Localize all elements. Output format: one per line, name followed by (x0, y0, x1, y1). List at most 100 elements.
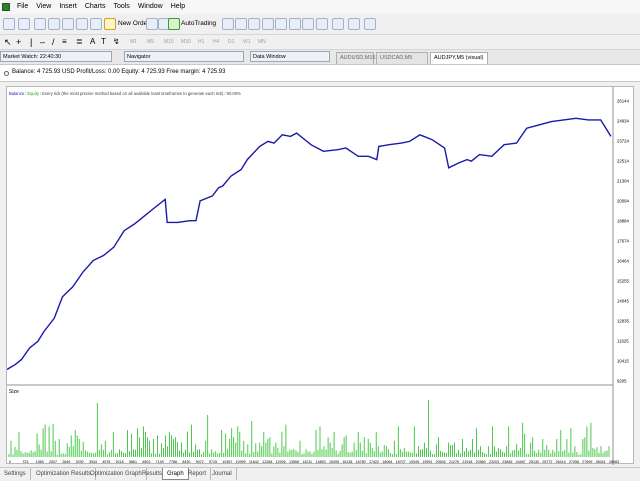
x-tick-label: 26414 (556, 460, 566, 464)
line-chart-icon[interactable] (248, 18, 260, 30)
x-tick-label: 23845 (502, 460, 512, 464)
market-watch-panel-tab[interactable]: Market Watch: 22:40:30 (0, 51, 112, 62)
channel-icon[interactable]: ≡ (62, 36, 67, 48)
cursor-icon[interactable]: ↖ (4, 36, 12, 48)
profiles-icon[interactable] (18, 18, 30, 30)
autotrading-icon[interactable] (168, 18, 180, 30)
menu-view[interactable]: View (32, 0, 55, 14)
vertical-line-icon[interactable]: | (30, 36, 32, 48)
x-tick-label: 21276 (449, 460, 459, 464)
autotrading-button[interactable]: AutoTrading (181, 18, 216, 30)
x-tick-label: 2007 (49, 460, 57, 464)
menu-window[interactable]: Window (134, 0, 167, 14)
zoom-in-icon[interactable] (262, 18, 274, 30)
y-tick-label: 9205 (617, 379, 627, 384)
y-tick-label: 20094 (617, 199, 630, 204)
menu-insert[interactable]: Insert (55, 0, 81, 14)
timeframe-m30[interactable]: M30 (181, 37, 191, 47)
y-tick-label: 22514 (617, 159, 630, 164)
x-tick-label: 4576 (102, 460, 110, 464)
legend-note: Every tick (the most precise method base… (42, 91, 224, 96)
x-tick-label: 6503 (142, 460, 150, 464)
x-tick-label: 11642 (249, 460, 259, 464)
x-tick-label: 8430 (182, 460, 190, 464)
menu-bar: File View Insert Charts Tools Window Hel… (0, 0, 640, 14)
indicators-icon[interactable] (332, 18, 344, 30)
menu-tools[interactable]: Tools (109, 0, 133, 14)
metaeditor-icon[interactable] (146, 18, 158, 30)
timeframe-w1[interactable]: W1 (243, 37, 251, 47)
y-axis-ticks: 26144 24934 23724 22514 21304 20094 18884 17674… (617, 99, 630, 384)
chart-shift-icon[interactable] (316, 18, 328, 30)
menu-file[interactable]: File (13, 0, 32, 14)
size-panel-label: Size (9, 389, 19, 395)
trendline-icon[interactable]: / (52, 36, 55, 48)
chart-tab-audusd[interactable]: AUDUSD,M15 (336, 52, 375, 64)
x-tick-label: 16780 (356, 460, 366, 464)
svg-text:Balance/Equity/Every tick (the: Balance/Equity/Every tick (the most prec… (9, 91, 241, 96)
strategy-tester-icon[interactable] (90, 18, 102, 30)
legend-quality: 90.00% (227, 91, 241, 96)
tab-journal[interactable]: Journal (208, 468, 237, 480)
tab-settings[interactable]: Settings (0, 468, 31, 480)
y-tick-label: 18884 (617, 219, 630, 224)
timeframe-m1[interactable]: M1 (130, 37, 137, 47)
zoom-out-icon[interactable] (275, 18, 287, 30)
new-order-icon[interactable] (104, 18, 116, 30)
balance-series-line (7, 117, 612, 371)
data-window-icon[interactable] (48, 18, 60, 30)
x-tick-label: 24487 (516, 460, 526, 464)
timeframe-h1[interactable]: H1 (198, 37, 204, 47)
y-tick-label: 23724 (617, 139, 630, 144)
legend-balance: Balance (9, 91, 25, 96)
x-tick-label: 7788 (169, 460, 177, 464)
market-watch-icon[interactable] (34, 18, 46, 30)
balance-status-bar: Balance: 4 725.93 USD Profit/Loss: 0.00 … (0, 65, 640, 82)
x-tick-label: 14853 (316, 460, 326, 464)
x-tick-label: 5861 (129, 460, 137, 464)
arrows-icon[interactable]: ↯ (113, 36, 120, 48)
x-tick-label: 18707 (396, 460, 406, 464)
menu-charts[interactable]: Charts (81, 0, 110, 14)
x-tick-label: 14211 (302, 460, 312, 464)
horizontal-line-icon[interactable]: – (40, 36, 45, 48)
menu-help[interactable]: Help (167, 0, 189, 14)
templates-icon[interactable] (364, 18, 376, 30)
tester-tabs: Settings Optimization Results Optimizati… (0, 467, 640, 481)
x-tick-label: 16138 (342, 460, 352, 464)
tab-report[interactable]: Report (184, 468, 212, 480)
x-tick-label: 5218 (116, 460, 124, 464)
x-tick-label: 9715 (209, 460, 217, 464)
terminal-icon[interactable] (76, 18, 88, 30)
new-chart-icon[interactable] (3, 18, 15, 30)
fibonacci-icon[interactable]: ≣ (76, 36, 83, 48)
x-tick-label: 12284 (262, 460, 272, 464)
auto-scroll-icon[interactable] (302, 18, 314, 30)
y-tick-label: 11625 (617, 339, 629, 344)
label-icon[interactable]: T (101, 36, 106, 48)
x-tick-label: 25772 (542, 460, 552, 464)
account-icon (4, 71, 9, 76)
data-window-panel-tab[interactable]: Data Window (250, 51, 330, 62)
x-tick-label: 21918 (462, 460, 472, 464)
crosshair-icon[interactable]: + (16, 36, 21, 48)
timeframe-mn[interactable]: MN (258, 37, 266, 47)
candlesticks-icon[interactable] (235, 18, 247, 30)
tester-graph-area: Balance/Equity/Every tick (the most prec… (0, 82, 640, 467)
text-icon[interactable]: A (90, 36, 95, 48)
new-order-button[interactable]: New Order (118, 18, 149, 30)
navigator-icon[interactable] (62, 18, 74, 30)
x-tick-label: 20634 (436, 460, 446, 464)
periods-icon[interactable] (348, 18, 360, 30)
bar-chart-icon[interactable] (222, 18, 234, 30)
navigator-panel-tab[interactable]: Navigator (124, 51, 244, 62)
tile-windows-icon[interactable] (289, 18, 301, 30)
timeframe-h4[interactable]: H4 (213, 37, 219, 47)
timeframe-m15[interactable]: M15 (164, 37, 174, 47)
timeframe-m5[interactable]: M5 (147, 37, 154, 47)
timeframe-d1[interactable]: D1 (228, 37, 234, 47)
balance-chart[interactable]: Balance/Equity/Every tick (the most prec… (6, 86, 634, 465)
chart-tab-usdcad[interactable]: USDCAD,M5 (visual) (376, 52, 428, 72)
x-tick-label: 18064 (382, 460, 392, 464)
chart-tab-audjpy[interactable]: AUDJPY,M5 (visual) (430, 52, 488, 64)
